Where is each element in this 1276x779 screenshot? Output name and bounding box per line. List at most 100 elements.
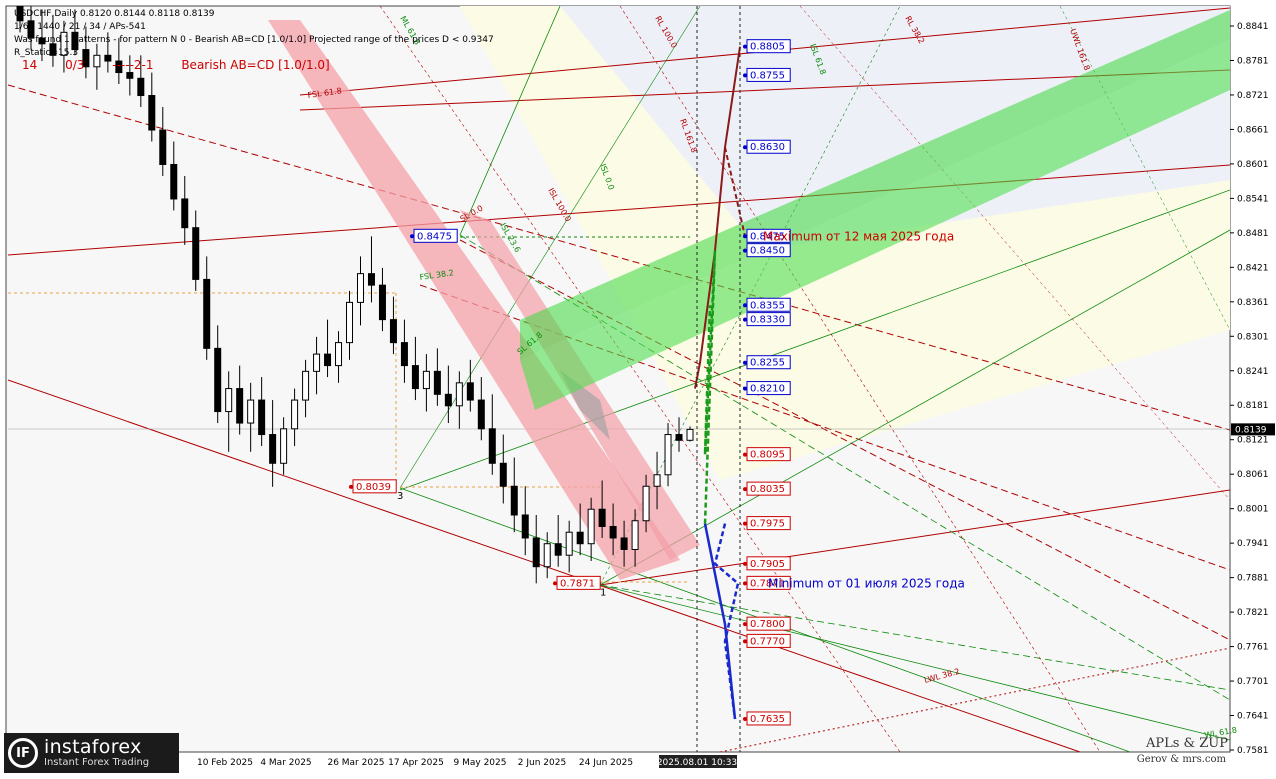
candle-body bbox=[466, 382, 474, 401]
y-tick-label: 0.8061 bbox=[1237, 470, 1269, 480]
candle-body bbox=[543, 543, 551, 568]
target-level-blue-dot bbox=[743, 317, 747, 322]
target-level-red: 0.7635 bbox=[750, 714, 785, 725]
candle-body bbox=[389, 319, 397, 344]
candle-body bbox=[291, 399, 299, 430]
x-tick-label: 10 Feb 2025 bbox=[197, 758, 253, 768]
candle-body bbox=[642, 485, 650, 522]
y-tick-label: 0.7821 bbox=[1237, 608, 1269, 618]
y-tick-label: 0.7881 bbox=[1237, 574, 1269, 584]
y-tick-label: 0.8721 bbox=[1237, 91, 1269, 101]
candle-body bbox=[302, 370, 310, 401]
target-level-red-dot bbox=[743, 622, 747, 627]
candle-body bbox=[620, 537, 628, 550]
pivot-label-dot bbox=[410, 234, 414, 239]
header-pattern: Was found 1 patterns - for pattern N 0 -… bbox=[14, 35, 494, 45]
candle-body bbox=[214, 347, 222, 413]
target-level-red-dot bbox=[743, 716, 747, 721]
target-level-red-dot bbox=[743, 521, 747, 526]
pivot-label-dot bbox=[349, 484, 353, 489]
x-tick-label: 17 Apr 2025 bbox=[388, 758, 444, 768]
chart-window: { "header": { "line1": "USDCHF,Daily 0.8… bbox=[0, 0, 1276, 779]
pattern-leg: -----2-1 bbox=[112, 58, 154, 72]
target-level-blue-dot bbox=[743, 386, 747, 391]
candle-body bbox=[631, 520, 639, 550]
target-level-blue-dot bbox=[743, 234, 747, 239]
candle-body bbox=[554, 543, 562, 556]
target-level-red-dot bbox=[743, 639, 747, 644]
pivot-label: 0.8475 bbox=[417, 231, 452, 242]
header-symbol: USDCHF,Daily 0.8120 0.8144 0.8118 0.8139 bbox=[14, 9, 215, 19]
pivot-number: 1 bbox=[600, 587, 606, 598]
x-tick-label: 24 Jun 2025 bbox=[579, 758, 633, 768]
target-level-blue-dot bbox=[743, 248, 747, 253]
target-level-blue: 0.8450 bbox=[750, 246, 785, 257]
y-tick-label: 0.8541 bbox=[1237, 194, 1269, 204]
pivot-label-dot bbox=[553, 581, 557, 586]
candle-body bbox=[170, 163, 178, 200]
candle-body bbox=[126, 72, 134, 79]
target-level-blue-dot bbox=[743, 145, 747, 150]
x-tick-label: 2 Jun 2025 bbox=[518, 758, 566, 768]
target-level-blue-dot bbox=[743, 360, 747, 365]
target-level-red: 0.8095 bbox=[750, 450, 785, 461]
target-level-blue-dot bbox=[743, 73, 747, 78]
candle-body bbox=[159, 129, 167, 165]
price-chart: 0.8841 0.8781 0.8721 0.8661 0.8601 0.8541 0.84… bbox=[5, 5, 1275, 768]
target-level-blue: 0.8755 bbox=[750, 70, 785, 81]
target-level-red: 0.8035 bbox=[750, 484, 785, 495]
y-tick-label: 0.7761 bbox=[1237, 643, 1269, 653]
candle-body bbox=[378, 284, 386, 321]
target-level-red: 0.7905 bbox=[750, 559, 785, 570]
target-level-blue: 0.8210 bbox=[750, 384, 785, 395]
x-axis: 10 Feb 2025 4 Mar 2025 26 Mar 2025 17 Apr 2… bbox=[197, 755, 737, 768]
y-tick-label: 0.8481 bbox=[1237, 229, 1269, 239]
candle-body bbox=[598, 508, 606, 527]
target-level-red-dot bbox=[743, 581, 747, 586]
pivot-number: 3 bbox=[397, 491, 403, 502]
y-tick-label: 0.8841 bbox=[1237, 22, 1269, 32]
annotation-1: Minimum от 01 июля 2025 года bbox=[768, 576, 965, 590]
target-level-red-dot bbox=[743, 452, 747, 457]
target-level-blue: 0.8630 bbox=[750, 142, 785, 153]
target-level-red-dot bbox=[743, 561, 747, 566]
y-tick-label: 0.8361 bbox=[1237, 298, 1269, 308]
y-tick-label: 0.8781 bbox=[1237, 56, 1269, 66]
y-tick-label: 0.8121 bbox=[1237, 436, 1269, 446]
candle-body bbox=[411, 365, 419, 390]
candle-body bbox=[247, 399, 255, 424]
candle-body bbox=[269, 434, 277, 464]
candle-body bbox=[653, 474, 661, 487]
target-level-red-dot bbox=[743, 487, 747, 492]
candle-body bbox=[686, 428, 694, 441]
candle-body bbox=[433, 370, 441, 395]
candle-body bbox=[313, 353, 321, 372]
x-tick-label: 26 Mar 2025 bbox=[327, 758, 384, 768]
candle-body bbox=[488, 428, 496, 464]
candle-body bbox=[675, 434, 683, 441]
header-params: 1/6 / 1440 / 21 / 34 / APs-541 bbox=[14, 22, 146, 32]
logo-subtitle: Instant Forex Trading bbox=[44, 757, 150, 768]
y-tick-label: 0.8241 bbox=[1237, 367, 1269, 377]
annotation-0: Maximum от 12 мая 2025 года bbox=[763, 229, 954, 243]
candle-body bbox=[258, 399, 266, 436]
y-tick-label: 0.8601 bbox=[1237, 160, 1269, 170]
target-level-blue-dot bbox=[743, 44, 747, 49]
candle-body bbox=[477, 399, 485, 430]
target-level-red: 0.7770 bbox=[750, 636, 785, 647]
candle-body bbox=[236, 388, 244, 424]
pattern-count: 14 bbox=[22, 58, 38, 72]
candle-body bbox=[181, 198, 189, 229]
x-tick-label: 4 Mar 2025 bbox=[260, 758, 311, 768]
candle-body bbox=[510, 485, 518, 516]
candle-body bbox=[335, 342, 343, 367]
x-tick-label: 2025.08.01 10:33 bbox=[657, 758, 737, 768]
candle-body bbox=[400, 342, 408, 367]
pattern-name: Bearish AB=CD [1.0/1.0] bbox=[181, 58, 330, 72]
header-static: R_Static=15.3 bbox=[14, 48, 79, 58]
candle-body bbox=[609, 525, 617, 539]
signature-title: APLs & ZUP bbox=[1145, 736, 1228, 751]
candle-body bbox=[203, 278, 211, 349]
candle-body bbox=[444, 393, 452, 407]
candle-body bbox=[280, 428, 288, 464]
